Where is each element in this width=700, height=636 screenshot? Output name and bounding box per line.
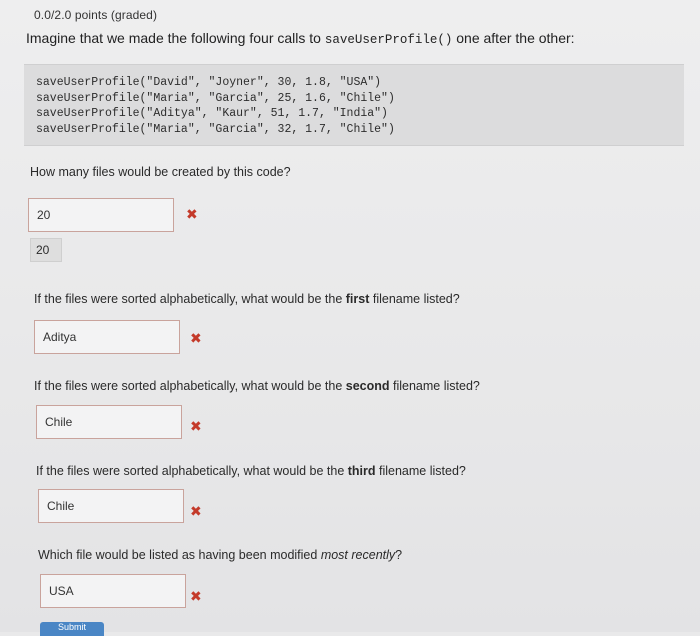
question-5-post: ? [395, 548, 403, 562]
points-status: 0.0/2.0 points (graded) [34, 8, 158, 22]
answer-1-input[interactable]: 20 [28, 198, 174, 232]
submitted-answer-1: 20 [30, 238, 62, 262]
question-4-post: filename listed? [375, 464, 466, 478]
question-3-post: filename listed? [389, 379, 480, 393]
intro-code: saveUserProfile() [324, 33, 453, 47]
code-line: saveUserProfile("Maria", "Garcia", 25, 1… [36, 91, 395, 105]
code-line: saveUserProfile("Aditya", "Kaur", 51, 1.… [36, 107, 388, 120]
problem-intro: Imagine that we made the following four … [26, 30, 575, 47]
question-3-bold: second [345, 379, 390, 393]
question-2-post: filename listed? [369, 292, 460, 306]
code-block: saveUserProfile("David", "Joyner", 30, 1… [24, 64, 684, 146]
incorrect-icon: ✖ [190, 418, 202, 434]
question-2-pre: If the files were sorted alphabetically,… [34, 292, 346, 306]
code-line: saveUserProfile("David", "Joyner", 30, 1… [36, 76, 382, 89]
intro-text-after: one after the other: [452, 30, 575, 46]
intro-text-before: Imagine that we made the following four … [26, 30, 325, 46]
problem-page: 0.0/2.0 points (graded) Imagine that we … [0, 0, 700, 636]
answer-2-input[interactable]: Aditya [34, 320, 180, 354]
incorrect-icon: ✖ [190, 330, 202, 346]
answer-3-input[interactable]: Chile [36, 405, 182, 439]
incorrect-icon: ✖ [186, 206, 198, 222]
answer-4-input[interactable]: Chile [38, 489, 184, 523]
incorrect-icon: ✖ [190, 503, 202, 519]
question-4-bold: third [347, 464, 376, 478]
question-5-ital: most recently [320, 548, 396, 562]
question-1-text: How many files would be created by this … [30, 165, 291, 179]
question-2-text: If the files were sorted alphabetically,… [34, 292, 460, 306]
code-line: saveUserProfile("Maria", "Garcia", 32, 1… [36, 122, 395, 136]
question-5-text: Which file would be listed as having bee… [38, 548, 402, 562]
question-4-text: If the files were sorted alphabetically,… [36, 464, 466, 478]
submit-button[interactable]: Submit [40, 622, 104, 636]
answer-5-input[interactable]: USA [40, 574, 186, 608]
incorrect-icon: ✖ [190, 588, 202, 604]
question-5-pre: Which file would be listed as having bee… [38, 548, 321, 562]
question-2-bold: first [345, 292, 370, 306]
question-4-pre: If the files were sorted alphabetically,… [36, 464, 348, 478]
question-3-pre: If the files were sorted alphabetically,… [34, 379, 346, 393]
question-3-text: If the files were sorted alphabetically,… [34, 379, 480, 393]
